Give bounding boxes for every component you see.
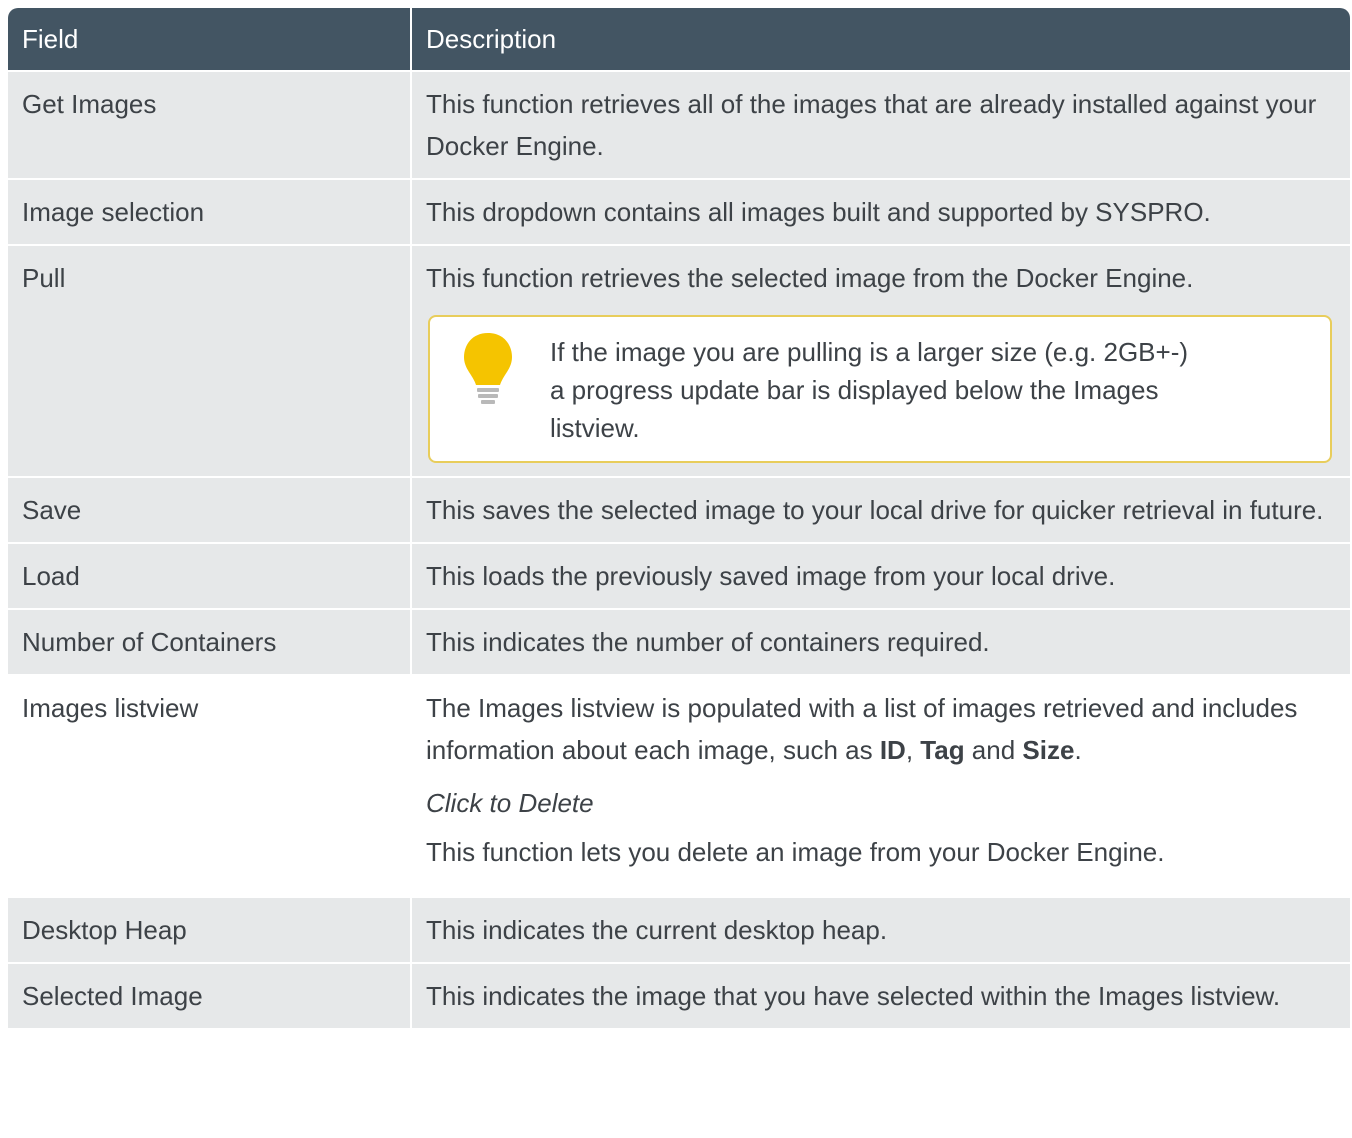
sub-heading: Click to Delete: [426, 788, 594, 818]
sub-description: This function lets you delete an image f…: [426, 837, 1165, 867]
description-cell: This dropdown contains all images built …: [410, 178, 1350, 245]
description-text: The Images listview is populated with a …: [426, 693, 1298, 765]
field-cell: Load: [8, 542, 411, 609]
description-cell: This saves the selected image to your lo…: [410, 476, 1350, 543]
table-row: Images listview The Images listview is p…: [8, 674, 1350, 897]
id-term: ID: [879, 735, 906, 765]
tip-note-text: If the image you are pulling is a larger…: [550, 337, 1189, 443]
field-description-table-container: Field Description Get Images This functi…: [8, 8, 1350, 1138]
table-row: Number of Containers This indicates the …: [8, 608, 1350, 675]
description-text: This function retrieves the selected ima…: [426, 263, 1194, 293]
field-cell: Get Images: [8, 70, 411, 179]
description-cell: This loads the previously saved image fr…: [410, 542, 1350, 609]
table-row: Desktop Heap This indicates the current …: [8, 896, 1350, 963]
table-header-row: Field Description: [8, 8, 1350, 71]
table-row: Get Images This function retrieves all o…: [8, 70, 1350, 179]
field-cell: Save: [8, 476, 411, 543]
lightbulb-icon: [464, 333, 512, 404]
table-row: Save This saves the selected image to yo…: [8, 476, 1350, 543]
header-field: Field: [8, 8, 411, 71]
table-row: Pull This function retrieves the selecte…: [8, 244, 1350, 477]
table-row: Load This loads the previously saved ima…: [8, 542, 1350, 609]
table-row: Image selection This dropdown contains a…: [8, 178, 1350, 245]
field-cell: Images listview: [8, 674, 411, 897]
description-cell: This function retrieves all of the image…: [410, 70, 1350, 179]
description-cell: This function retrieves the selected ima…: [410, 244, 1350, 477]
size-term: Size: [1022, 735, 1075, 765]
description-cell: This indicates the number of containers …: [410, 608, 1350, 675]
field-cell: Image selection: [8, 178, 411, 245]
tag-term: Tag: [920, 735, 965, 765]
description-cell: This indicates the image that you have s…: [410, 962, 1350, 1028]
field-cell: Selected Image: [8, 962, 411, 1028]
description-cell: The Images listview is populated with a …: [410, 674, 1350, 897]
field-cell: Pull: [8, 244, 411, 477]
field-cell: Number of Containers: [8, 608, 411, 675]
field-cell: Desktop Heap: [8, 896, 411, 963]
header-description: Description: [410, 8, 1350, 71]
tip-note: If the image you are pulling is a larger…: [428, 315, 1332, 463]
field-description-table: Field Description Get Images This functi…: [8, 8, 1350, 1028]
table-row: Selected Image This indicates the image …: [8, 962, 1350, 1028]
description-cell: This indicates the current desktop heap.: [410, 896, 1350, 963]
